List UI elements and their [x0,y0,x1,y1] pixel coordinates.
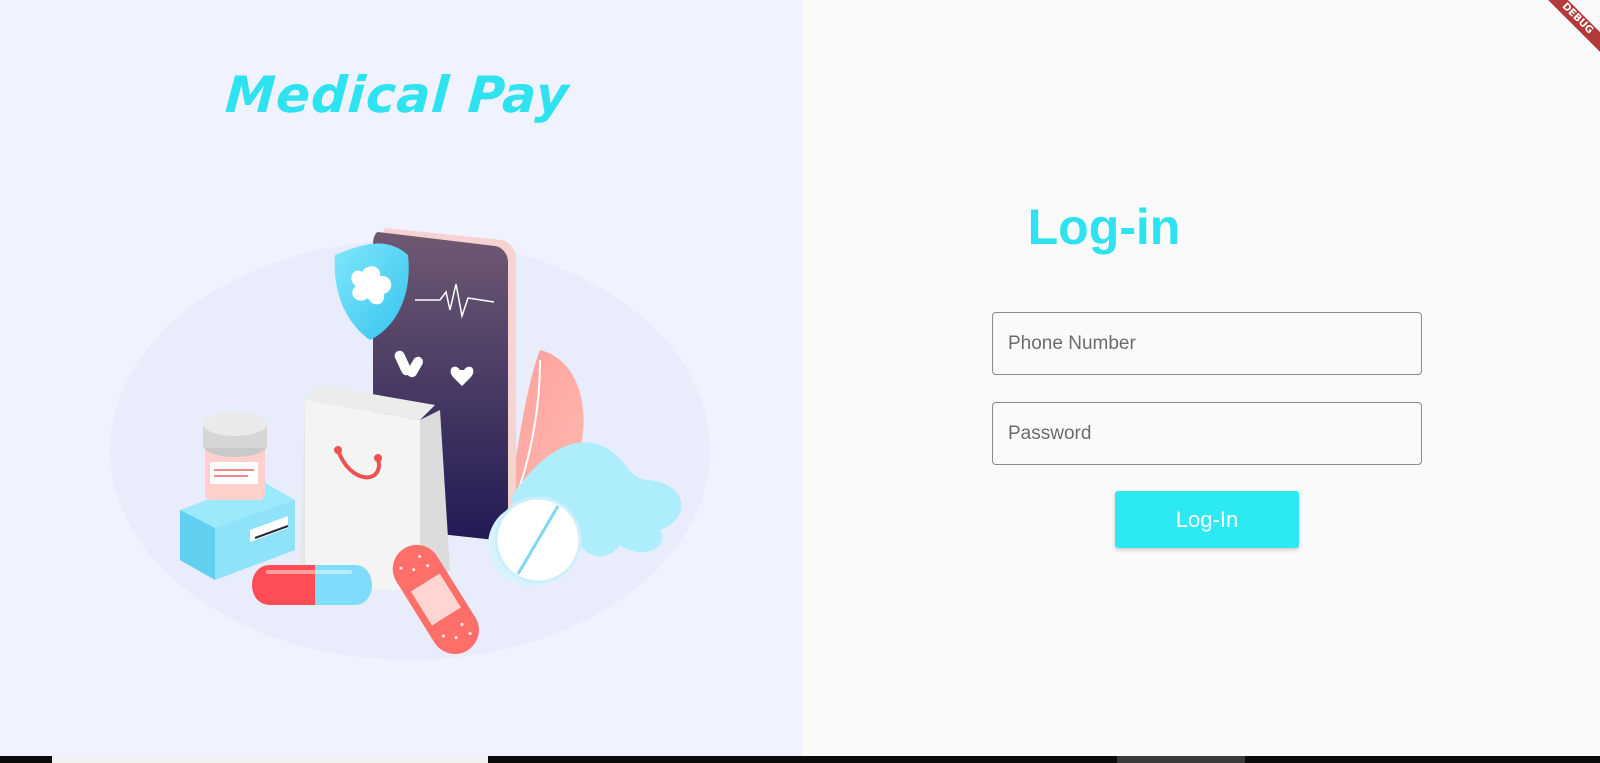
login-panel [802,0,1600,756]
debug-banner: DEBUG [1540,0,1600,60]
debug-label: DEBUG [1540,0,1600,56]
taskbar-segment [1117,756,1245,763]
app-window: Medical Pay Log-in Phone Number Log-In D… [0,0,1600,763]
login-button[interactable]: Log-In [1115,491,1299,548]
capsule-graphic [252,565,372,605]
password-input[interactable] [992,402,1422,465]
taskbar-segment [52,756,488,763]
medical-illustration [110,228,710,660]
login-heading: Log-in [1027,199,1181,255]
brand-title: Medical Pay [223,66,572,124]
brand-panel: Medical Pay [0,0,802,756]
phone-number-input[interactable] [992,312,1422,375]
pill-bottle-graphic [203,412,267,500]
